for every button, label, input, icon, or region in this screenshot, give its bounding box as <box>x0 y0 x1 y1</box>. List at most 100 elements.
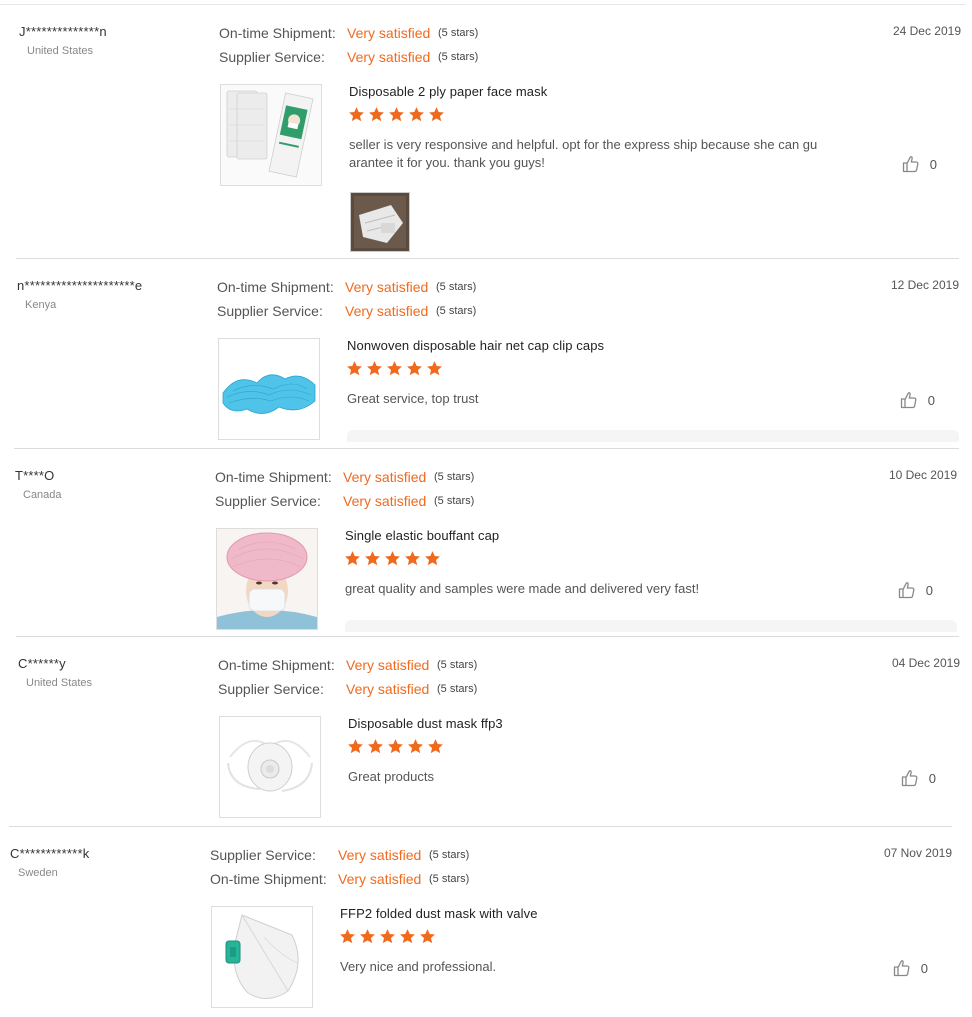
review-comment: Very nice and professional. <box>340 959 497 974</box>
product-name[interactable]: FFP2 folded dust mask with valve <box>340 906 538 921</box>
buyer-name: J**************n <box>19 24 107 39</box>
star-icon <box>424 550 441 567</box>
star-icon <box>404 550 421 567</box>
helpful-count: 0 <box>925 582 933 598</box>
star-icon <box>344 550 361 567</box>
rating-label: On-time Shipment: <box>219 25 336 41</box>
star-icon <box>407 738 424 755</box>
review-item: J**************n United States On-time S… <box>19 24 961 254</box>
rating-value: Very satisfied <box>343 469 427 485</box>
rating-stars-text: (5 stars) <box>434 471 475 483</box>
rating-stars-text: (5 stars) <box>429 873 470 885</box>
star-icon <box>359 928 376 945</box>
rating-value: Very satisfied <box>347 25 431 41</box>
rating-stars-text: (5 stars) <box>436 281 477 293</box>
star-icon <box>366 360 383 377</box>
product-name[interactable]: Nonwoven disposable hair net cap clip ca… <box>347 338 604 353</box>
thumbs-up-icon <box>892 958 912 978</box>
star-icon <box>347 738 364 755</box>
star-icon <box>384 550 401 567</box>
buyer-name: n*********************e <box>17 278 143 293</box>
rating-label: Supplier Service: <box>217 303 323 319</box>
thumbs-up-icon <box>899 390 919 410</box>
buyer-country: Kenya <box>25 299 57 311</box>
helpful-button[interactable]: 0 <box>892 958 928 978</box>
rating-value: Very satisfied <box>338 871 422 887</box>
reply-area <box>345 620 957 632</box>
review-comment: Great service, top trust <box>347 391 479 406</box>
review-divider <box>14 448 959 449</box>
star-icon <box>368 106 385 123</box>
top-divider <box>0 4 966 5</box>
review-date: 07 Nov 2019 <box>883 846 952 860</box>
buyer-country: Sweden <box>18 867 58 879</box>
bouffant-cap-model-image[interactable] <box>216 528 318 630</box>
review-comment: Great products <box>348 769 434 784</box>
review-date: 10 Dec 2019 <box>888 468 957 482</box>
rating-label: Supplier Service: <box>219 49 325 65</box>
review-item: n*********************e Kenya On-time Sh… <box>17 278 959 444</box>
buyer-name: T****O <box>15 468 55 483</box>
star-icon <box>364 550 381 567</box>
blue-clip-caps-image[interactable] <box>218 338 320 440</box>
star-icon <box>339 928 356 945</box>
helpful-button[interactable]: 0 <box>901 154 937 174</box>
review-item: C******y United States On-time Shipment:… <box>18 656 960 822</box>
helpful-button[interactable]: 0 <box>899 390 935 410</box>
rating-value: Very satisfied <box>345 279 429 295</box>
buyer-country: United States <box>26 677 93 689</box>
review-comment: great quality and samples were made and … <box>345 581 700 596</box>
star-icon <box>427 738 444 755</box>
reply-area <box>347 430 959 442</box>
rating-stars-text: (5 stars) <box>438 27 479 39</box>
buyer-photo-thumbnail[interactable] <box>350 192 410 252</box>
review-item: C************k Sweden Supplier Service: … <box>10 846 952 1012</box>
buyer-name: C************k <box>10 846 90 861</box>
rating-label: Supplier Service: <box>210 847 316 863</box>
rating-value: Very satisfied <box>346 657 430 673</box>
product-rating-stars <box>344 550 441 570</box>
rating-stars-text: (5 stars) <box>437 659 478 671</box>
ffp3-dust-mask-image[interactable] <box>219 716 321 818</box>
rating-stars-text: (5 stars) <box>434 495 475 507</box>
star-icon <box>406 360 423 377</box>
buyer-name: C******y <box>18 656 66 671</box>
review-date: 24 Dec 2019 <box>892 24 961 38</box>
rating-value: Very satisfied <box>338 847 422 863</box>
star-icon <box>388 106 405 123</box>
helpful-button[interactable]: 0 <box>900 768 936 788</box>
thumbs-up-icon <box>901 154 921 174</box>
rating-label: Supplier Service: <box>218 681 324 697</box>
product-rating-stars <box>339 928 436 948</box>
star-icon <box>426 360 443 377</box>
helpful-button[interactable]: 0 <box>897 580 933 600</box>
rating-value: Very satisfied <box>345 303 429 319</box>
paper-face-mask-pack-image[interactable] <box>220 84 322 186</box>
review-divider <box>16 636 959 637</box>
review-date: 12 Dec 2019 <box>890 278 959 292</box>
product-name[interactable]: Disposable dust mask ffp3 <box>348 716 503 731</box>
star-icon <box>346 360 363 377</box>
star-icon <box>428 106 445 123</box>
review-item: T****O Canada On-time Shipment: Very sat… <box>15 468 957 634</box>
product-name[interactable]: Single elastic bouffant cap <box>345 528 499 543</box>
star-icon <box>399 928 416 945</box>
rating-value: Very satisfied <box>347 49 431 65</box>
star-icon <box>387 738 404 755</box>
rating-value: Very satisfied <box>346 681 430 697</box>
buyer-country: Canada <box>23 489 62 501</box>
ffp2-folded-mask-image[interactable] <box>211 906 313 1008</box>
rating-value: Very satisfied <box>343 493 427 509</box>
rating-stars-text: (5 stars) <box>436 305 477 317</box>
rating-stars-text: (5 stars) <box>438 51 479 63</box>
product-rating-stars <box>348 106 445 126</box>
product-name[interactable]: Disposable 2 ply paper face mask <box>349 84 547 99</box>
star-icon <box>379 928 396 945</box>
review-divider <box>9 826 952 827</box>
rating-stars-text: (5 stars) <box>437 683 478 695</box>
star-icon <box>367 738 384 755</box>
helpful-count: 0 <box>920 960 928 976</box>
rating-label: On-time Shipment: <box>215 469 332 485</box>
review-divider <box>16 258 959 259</box>
rating-label: On-time Shipment: <box>218 657 335 673</box>
